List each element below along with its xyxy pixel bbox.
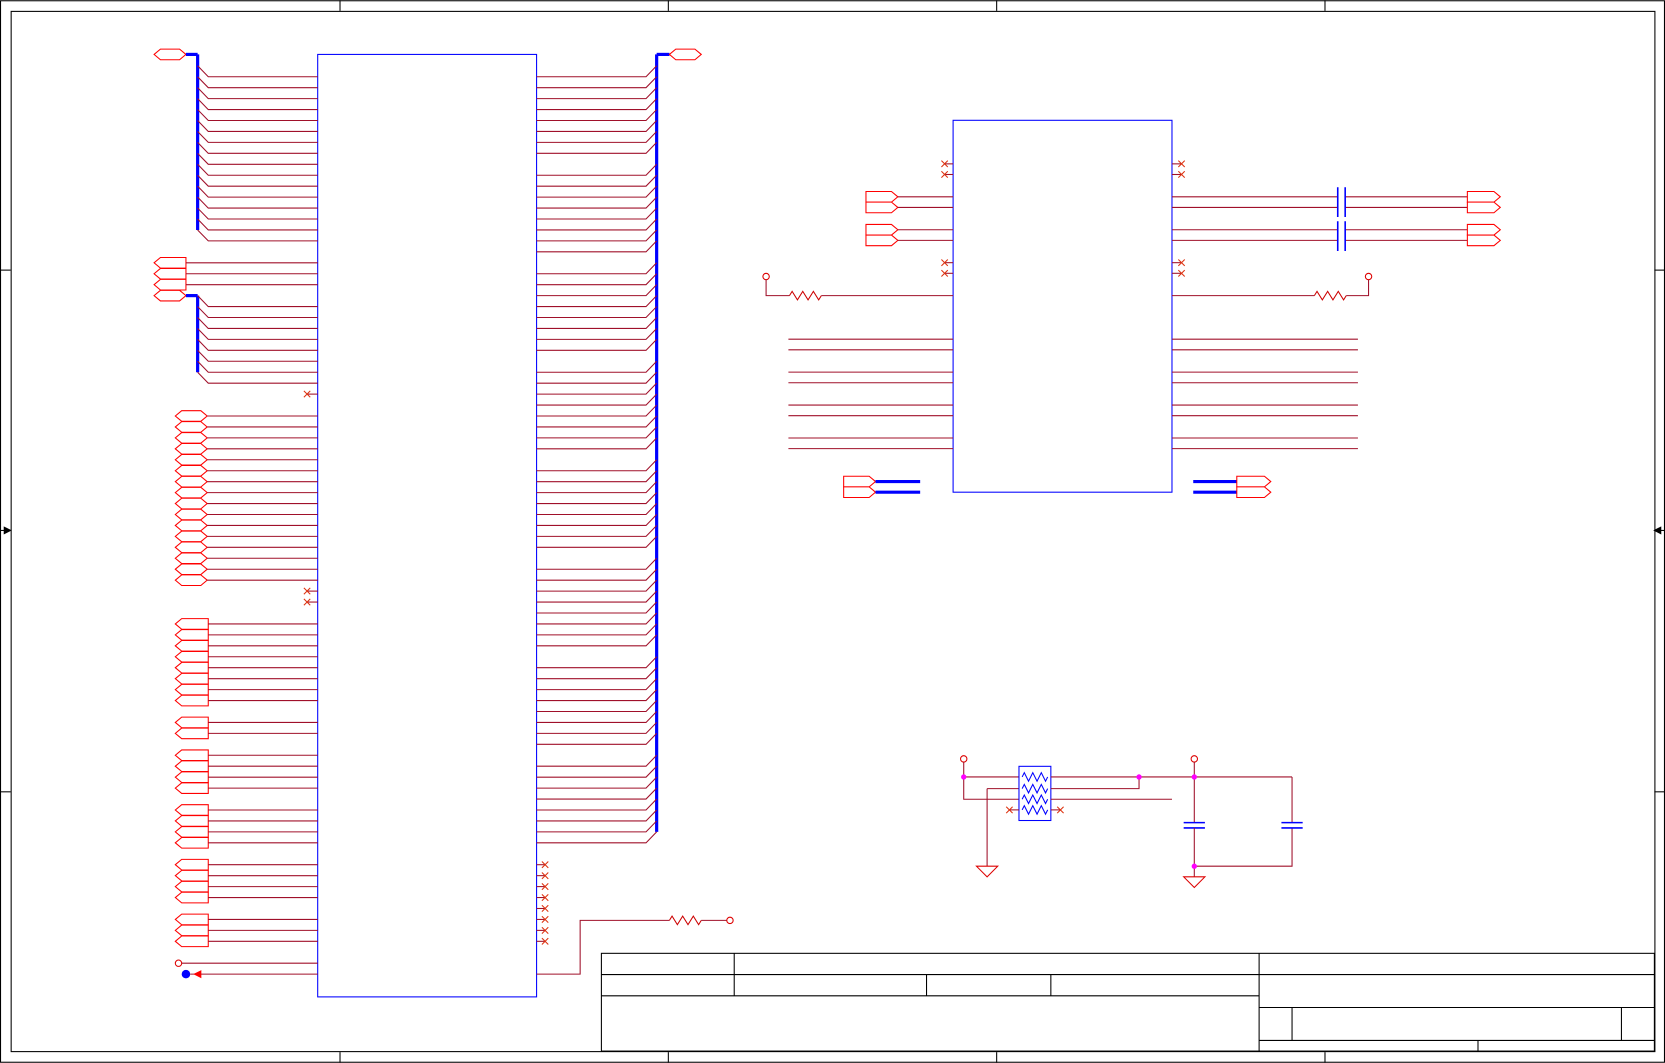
net-port-icon (174, 432, 209, 444)
net-port-icon (174, 771, 209, 784)
net-port-icon (174, 782, 209, 794)
junction-dot-icon (1191, 863, 1197, 869)
net-port-icon (174, 629, 209, 641)
net-port-icon (174, 913, 209, 926)
power-port-icon (726, 916, 734, 925)
power-port-icon (960, 755, 968, 763)
net-port-icon (843, 486, 877, 499)
net-port-icon (174, 519, 209, 532)
junction-dot-icon (1191, 774, 1197, 780)
sheet-background (0, 0, 1665, 1063)
junction-dot-icon (1136, 774, 1142, 780)
net-port-icon (153, 278, 187, 291)
junction-dot-icon (961, 774, 967, 780)
net-port-icon (174, 815, 209, 827)
net-port-icon (1466, 190, 1502, 203)
schematic-sheet (0, 0, 1665, 1063)
net-port-icon (865, 201, 899, 214)
net-port-icon (174, 858, 209, 871)
power-port-icon (174, 959, 183, 967)
net-port-icon (174, 694, 209, 707)
net-port-icon (174, 935, 209, 948)
net-port-icon (174, 683, 209, 696)
net-port-icon (174, 442, 209, 455)
net-port-icon (174, 716, 209, 729)
net-port-icon (174, 508, 209, 521)
net-port-icon (174, 760, 209, 773)
net-port-icon (174, 421, 209, 433)
net-port-icon (174, 804, 209, 816)
net-port-icon (174, 727, 209, 740)
net-port-icon (174, 826, 209, 838)
net-port-icon (1236, 475, 1272, 488)
net-port-icon (153, 289, 187, 302)
net-port-icon (174, 639, 209, 652)
net-port-icon (1466, 201, 1502, 214)
net-port-icon (865, 234, 899, 247)
power-port-icon (1190, 755, 1199, 763)
net-port-icon (174, 869, 209, 882)
net-port-icon (153, 267, 187, 280)
net-port-icon (174, 574, 209, 587)
net-port-icon (174, 497, 209, 510)
power-port-icon (1364, 272, 1373, 281)
net-port-icon (174, 924, 209, 937)
net-port-icon (174, 453, 209, 466)
net-port-icon (174, 563, 209, 576)
net-port-icon (174, 880, 209, 893)
net-port-icon (174, 672, 209, 685)
power-port-icon (762, 272, 770, 281)
net-port-icon (843, 475, 877, 488)
net-port-icon (668, 48, 703, 61)
net-port-icon (174, 530, 209, 543)
net-port-icon (1236, 486, 1272, 499)
net-port-icon (174, 661, 209, 674)
net-port-icon (174, 486, 209, 499)
net-port-icon (174, 552, 209, 565)
net-port-icon (153, 256, 187, 269)
net-port-icon (174, 464, 209, 477)
net-port-icon (174, 650, 209, 663)
net-port-icon (174, 541, 209, 554)
net-port-icon (174, 618, 209, 630)
net-port-icon (865, 223, 899, 236)
net-port-icon (1466, 223, 1502, 236)
net-port-icon (174, 836, 209, 849)
net-port-icon (865, 190, 899, 203)
net-port-icon (153, 48, 187, 61)
net-port-icon (1466, 234, 1502, 247)
net-port-icon (174, 475, 209, 488)
test-point-icon (181, 969, 191, 979)
net-port-icon (174, 749, 209, 762)
net-port-icon (174, 891, 209, 904)
net-port-icon (174, 410, 209, 422)
